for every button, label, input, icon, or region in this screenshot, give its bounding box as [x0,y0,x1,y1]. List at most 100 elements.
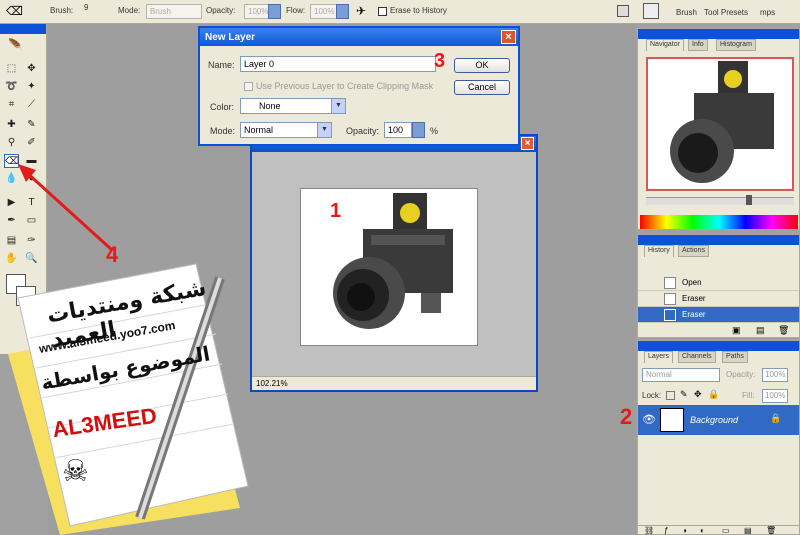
annotation-step-1: 1 [330,200,342,222]
opacity-slider-button[interactable] [268,4,281,19]
tab-history[interactable]: History [644,245,674,257]
mode-select-value: Normal [244,125,274,135]
layers-bottom-toolbar: ⛓ ƒ ◑ ◐ ▭ ▤ 🗑 [638,525,799,535]
layer-name[interactable]: Background [690,415,738,425]
layer-style-icon[interactable]: ƒ [664,526,668,535]
layer-opacity-field[interactable]: 100% [762,368,788,382]
eraser-tool-icon[interactable]: ⌫ [6,4,24,19]
navigator-preview[interactable] [646,57,794,191]
tab-layers[interactable]: Layers [644,351,674,363]
history-item-label: Eraser [682,294,706,303]
mode-select[interactable]: Brush [146,4,202,19]
tab-info[interactable]: Info [688,39,708,51]
flow-field[interactable]: 100% [310,4,338,19]
tab-channels[interactable]: Channels [678,351,716,363]
brush-size[interactable]: 9 [84,3,88,12]
camera-illustration [333,193,453,329]
palette-tab-brush[interactable]: Brush [676,8,697,17]
tab-navigator[interactable]: Navigator [646,39,684,51]
fill-label: Fill: [742,391,755,400]
move-tool-icon[interactable]: ✥ [24,62,39,76]
trash-icon[interactable]: 🗑 [766,526,776,535]
layers-panel: Layers Channels Paths Normal Opacity: 10… [637,340,800,535]
brush-label: Brush: [50,6,74,15]
slice-tool-icon[interactable]: ⟋ [24,98,39,112]
color-select[interactable]: None ▼ [240,98,346,114]
tab-paths[interactable]: Paths [722,351,748,363]
opacity-input[interactable]: 100 [384,122,412,138]
forum-watermark-sticker: شبكة ومنتديات العميد www.al3meed.yoo7.co… [0,258,250,535]
brush-tool-icon[interactable]: ✎ [24,118,39,132]
history-item[interactable]: Eraser [638,291,799,307]
layers-titlebar[interactable] [638,341,799,351]
document-icon [664,277,676,289]
layer-row-background[interactable]: 👁 Background 🔒 [638,405,799,435]
mode-label: Mode: [118,6,141,15]
opacity-label: Opacity: [206,6,236,15]
use-previous-label: Use Previous Layer to Create Clipping Ma… [256,81,434,91]
mode-select[interactable]: Normal ▼ [240,122,332,138]
cancel-button[interactable]: Cancel [454,80,510,95]
document-canvas[interactable]: 1 [252,152,536,378]
crop-tool-icon[interactable]: ⌗ [4,98,19,112]
color-label: Color: [210,102,235,112]
lock-all-icon[interactable]: 🔒 [708,389,719,400]
airbrush-icon[interactable]: ✈ [356,4,366,18]
history-item[interactable]: Open [638,275,799,291]
navigator-titlebar[interactable] [638,29,799,39]
name-label: Name: [208,60,235,70]
palette-tab-tool-presets[interactable]: Tool Presets [704,8,748,17]
dialog-titlebar[interactable]: New Layer × [200,28,518,46]
link-icon[interactable]: ⛓ [644,526,654,535]
toolbox-titlebar [0,24,46,34]
opacity-slider-button[interactable] [412,122,425,138]
ok-button[interactable]: OK [454,58,510,73]
blend-mode-select[interactable]: Normal [642,368,720,382]
use-previous-checkbox[interactable] [244,82,253,91]
history-item-selected[interactable]: Eraser [638,307,799,323]
erase-to-history-checkbox[interactable] [378,7,387,16]
history-item-label: Eraser [682,310,706,319]
close-icon[interactable]: × [521,137,534,150]
palette-well-icon[interactable] [617,5,629,17]
erase-to-history-label: Erase to History [390,6,447,15]
tab-histogram[interactable]: Histogram [716,39,756,51]
new-document-icon[interactable]: ▤ [756,325,765,336]
feather-logo-icon: 🪶 [8,38,23,52]
healing-brush-icon[interactable]: ✚ [4,118,19,132]
trash-icon[interactable]: 🗑 [778,325,789,336]
opacity-label: Opacity: [346,126,380,136]
dialog-title: New Layer [205,32,256,43]
mode-label: Mode: [210,126,236,136]
new-group-icon[interactable]: ▭ [722,526,730,535]
camera-image [300,188,478,346]
navigator-zoom-slider[interactable] [646,195,794,205]
mask-icon[interactable]: ◑ [682,526,687,535]
navigator-thumbnail [670,61,774,183]
zoom-slider-thumb[interactable] [746,195,752,205]
new-layer-icon[interactable]: ▤ [744,526,752,535]
new-snapshot-icon[interactable]: ▣ [732,325,741,336]
tab-actions[interactable]: Actions [678,245,709,257]
annotation-step-3: 3 [434,50,446,72]
history-titlebar[interactable] [638,235,799,245]
chevron-down-icon: ▼ [331,99,345,113]
file-browser-icon[interactable] [643,3,659,19]
adjustment-layer-icon[interactable]: ◐ [700,526,705,535]
fill-field[interactable]: 100% [762,389,788,403]
eye-icon[interactable]: 👁 [642,413,656,426]
flow-slider-button[interactable] [336,4,349,19]
options-bar: ⌫ Brush: 9 Mode: Brush Opacity: 100% Flo… [0,0,800,24]
lasso-tool-icon[interactable]: ➰ [4,80,19,94]
marquee-tool-icon[interactable]: ⬚ [4,62,19,76]
lock-icon: 🔒 [770,413,782,423]
lock-move-icon[interactable]: ✥ [694,389,702,400]
color-spectrum[interactable] [640,215,798,229]
layer-name-input[interactable]: Layer 0 [240,56,436,72]
lock-transparency-icon[interactable] [666,391,675,400]
close-icon[interactable]: × [501,30,516,44]
zoom-level[interactable]: 102.21% [256,379,288,388]
palette-tab-mps[interactable]: mps [760,8,775,17]
lock-paint-icon[interactable]: ✎ [680,389,688,400]
magic-wand-icon[interactable]: ✦ [24,80,39,94]
